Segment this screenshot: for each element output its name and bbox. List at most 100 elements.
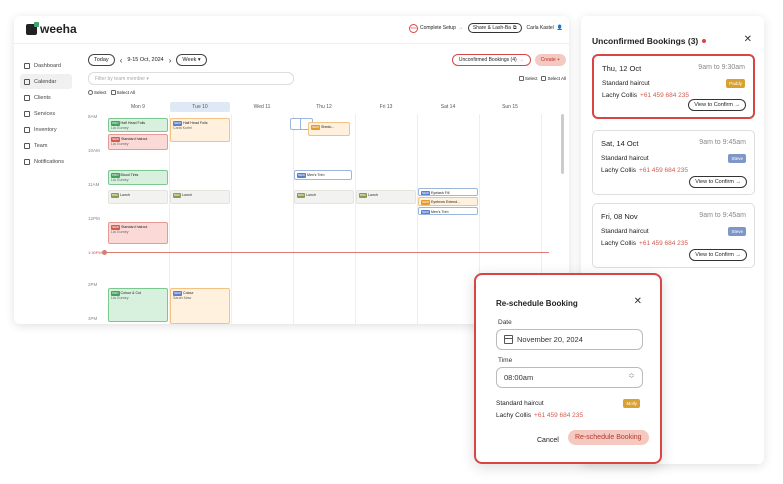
booking-time: 9am to 9:45am bbox=[699, 212, 746, 219]
sidebar-item-clients[interactable]: Clients bbox=[20, 90, 72, 105]
calendar-event[interactable]: NEW Eyebrow Extend... bbox=[418, 197, 478, 206]
sidebar-item-label: Services bbox=[34, 110, 56, 117]
calendar-event[interactable]: NEW Men's Trim bbox=[294, 170, 352, 180]
sidebar-item-notifications[interactable]: Notifications bbox=[20, 154, 72, 169]
booking-card[interactable]: Fri, 08 Nov 9am to 9:45am Standard hairc… bbox=[592, 203, 755, 268]
team-icon bbox=[24, 142, 30, 149]
select-controls-left: Select Select All bbox=[88, 90, 135, 96]
calendar-break[interactable]: BRK Lunch bbox=[356, 190, 416, 204]
current-time-line bbox=[104, 252, 549, 253]
sidebar-item-label: Dashboard bbox=[34, 62, 61, 69]
create-button[interactable]: Create + bbox=[534, 54, 566, 66]
calendar-event[interactable]: NEW Standard haircut Lia Gurney bbox=[108, 134, 168, 150]
booking-card[interactable]: Sat, 14 Oct 9am to 9:45am Standard hairc… bbox=[592, 130, 755, 195]
client-phone[interactable]: +61 459 684 235 bbox=[534, 412, 583, 419]
view-to-confirm-button[interactable]: View to Confirm → bbox=[689, 176, 747, 188]
client-name: Lachy Collis bbox=[602, 92, 638, 99]
event-title: Lunch bbox=[368, 193, 378, 197]
staff-badge: Paddy bbox=[726, 79, 745, 88]
time-select[interactable]: 08:00am ︿ ﹀ bbox=[496, 367, 643, 388]
view-to-confirm-button[interactable]: View to Confirm → bbox=[688, 99, 746, 111]
logo-mark-icon bbox=[26, 21, 39, 35]
event-client: Lia Gurney bbox=[111, 178, 129, 182]
calendar-event[interactable]: NEW Eyelash Fill bbox=[418, 188, 478, 196]
calendar-event[interactable]: NEW Shedu... bbox=[308, 122, 350, 136]
chevron-updown-icon: ︿ ﹀ bbox=[628, 371, 634, 382]
booking-date: Thu, 12 Oct bbox=[602, 64, 642, 73]
chevron-left-icon[interactable]: ‹ bbox=[120, 56, 123, 65]
sidebar-item-inventory[interactable]: Inventory bbox=[20, 122, 72, 137]
sidebar-item-calendar[interactable]: Calendar bbox=[20, 74, 72, 89]
services-icon bbox=[24, 110, 30, 117]
time-label: 11AM bbox=[88, 182, 100, 187]
today-button[interactable]: Today bbox=[88, 54, 115, 66]
close-icon[interactable]: ✕ bbox=[634, 296, 642, 307]
unconfirmed-bookings-button[interactable]: Unconfirmed Bookings (4) → bbox=[451, 54, 531, 66]
calendar-break[interactable]: BRK Lunch bbox=[294, 190, 354, 204]
event-client: Lia Gurney bbox=[111, 230, 129, 234]
sidebar-item-label: Clients bbox=[34, 94, 51, 101]
sidebar-item-team[interactable]: Team bbox=[20, 138, 72, 153]
complete-setup-button[interactable]: 40% Complete Setup → bbox=[409, 23, 463, 33]
calendar-event[interactable]: NEW Men's Trim bbox=[418, 207, 478, 215]
team-filter-input[interactable]: Filter by team member ▾ bbox=[88, 72, 294, 85]
cancel-button[interactable]: Cancel bbox=[537, 433, 559, 448]
event-title: Lunch bbox=[182, 193, 192, 197]
client-phone[interactable]: +61 459 684 235 bbox=[639, 167, 688, 174]
screen: weeha 40% Complete Setup → Share & Lash-… bbox=[0, 0, 783, 484]
select-checkbox[interactable]: Select bbox=[88, 90, 107, 96]
day-header[interactable]: Sat 14 bbox=[418, 102, 478, 112]
calendar-event[interactable]: NEW Half Head Foils Carla Kurtel bbox=[170, 118, 230, 142]
calendar-icon bbox=[504, 335, 513, 344]
calendar-event[interactable]: PRO Colour & Cut Lia Gurney bbox=[108, 288, 168, 322]
select-all-checkbox[interactable]: Select All bbox=[541, 76, 566, 82]
day-header[interactable]: Wed 11 bbox=[232, 102, 292, 112]
notifications-icon bbox=[24, 158, 30, 165]
app-logo[interactable]: weeha bbox=[26, 21, 77, 36]
day-header[interactable]: Thu 12 bbox=[294, 102, 354, 112]
booking-card[interactable]: Thu, 12 Oct 9am to 9:30am Standard hairc… bbox=[592, 54, 755, 119]
select-checkbox[interactable]: Select bbox=[518, 76, 538, 82]
event-title: Half Head Foils bbox=[120, 121, 146, 125]
calendar-break[interactable]: BRK Lunch bbox=[108, 190, 168, 204]
calendar-event[interactable]: NEW Colour Sarah Maw bbox=[170, 288, 230, 324]
day-header[interactable]: Sun 15 bbox=[480, 102, 540, 112]
calendar-event[interactable]: NEW Standard haircut Lia Gurney bbox=[108, 222, 168, 244]
sidebar: Dashboard Calendar Clients Services Inve… bbox=[14, 44, 78, 324]
day-header[interactable]: Mon 9 bbox=[108, 102, 168, 112]
calendar-event[interactable]: PRO Half Head Foils Lia Gurney bbox=[108, 118, 168, 132]
view-select[interactable]: Week ▾ bbox=[176, 54, 207, 66]
client-phone[interactable]: +61 459 684 235 bbox=[639, 240, 688, 247]
event-client: Sarah Maw bbox=[173, 296, 192, 300]
event-title: Colour bbox=[183, 291, 194, 295]
event-tag: NEW bbox=[311, 125, 320, 130]
share-button[interactable]: Share & Lash-Ba ⧉ bbox=[467, 23, 522, 33]
time-label: 12PM bbox=[88, 216, 100, 221]
booking-client: Lachy Collis +61 459 684 235 bbox=[602, 92, 689, 99]
calendar-scrollbar[interactable] bbox=[561, 114, 564, 174]
close-icon[interactable]: ✕ bbox=[744, 34, 752, 45]
select-label: Select bbox=[524, 76, 538, 81]
select-all-checkbox[interactable]: Select All bbox=[110, 90, 135, 96]
calendar-event[interactable]: PRO Blood Tints Lia Gurney bbox=[108, 170, 168, 185]
user-icon: 👤 bbox=[556, 25, 563, 31]
date-field[interactable]: November 20, 2024 bbox=[496, 329, 643, 350]
event-title: Colour & Cut bbox=[120, 291, 142, 295]
calendar-icon bbox=[24, 78, 30, 85]
client-phone[interactable]: +61 459 684 235 bbox=[640, 92, 689, 99]
day-header[interactable]: Fri 13 bbox=[356, 102, 416, 112]
date-value: November 20, 2024 bbox=[517, 335, 583, 344]
chevron-right-icon[interactable]: › bbox=[169, 56, 172, 65]
client-name: Lachy Collis bbox=[496, 412, 532, 419]
event-tag: BRK bbox=[173, 193, 182, 198]
sidebar-item-dashboard[interactable]: Dashboard bbox=[20, 58, 72, 73]
calendar-actions: Unconfirmed Bookings (4) → Create + bbox=[451, 54, 566, 66]
sidebar-item-services[interactable]: Services bbox=[20, 106, 72, 121]
user-menu[interactable]: Carla Kastel 👤 bbox=[527, 25, 563, 31]
day-header-today[interactable]: Tue 10 bbox=[170, 102, 230, 112]
view-to-confirm-button[interactable]: View to Confirm → bbox=[689, 249, 747, 261]
calendar-break[interactable]: BRK Lunch bbox=[170, 190, 230, 204]
sidebar-item-label: Calendar bbox=[34, 78, 57, 85]
column-divider bbox=[231, 114, 232, 324]
reschedule-button[interactable]: Re-schedule Booking bbox=[568, 430, 649, 445]
